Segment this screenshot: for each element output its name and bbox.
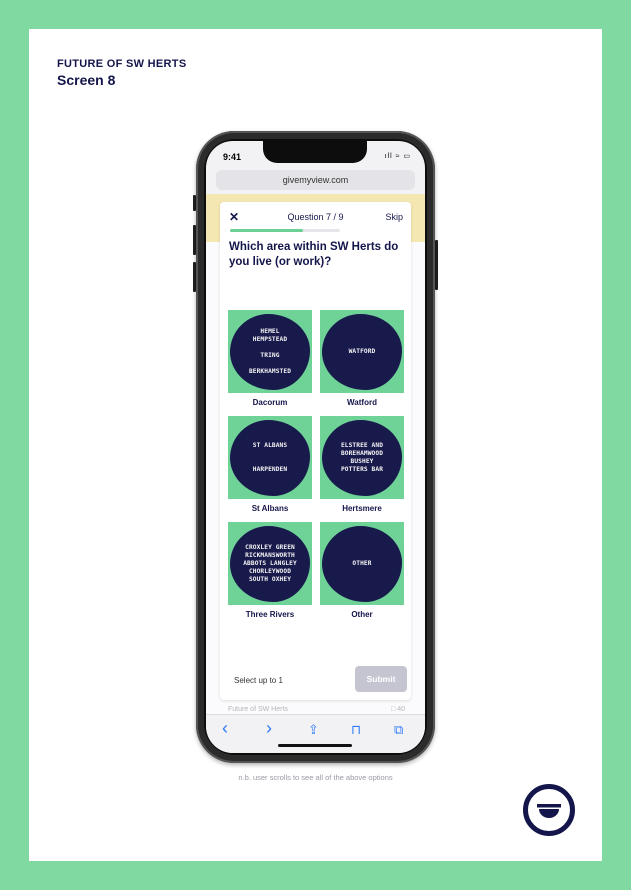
tabs-icon[interactable]: ⧉	[394, 722, 403, 738]
option-watford[interactable]: WATFORD Watford	[320, 310, 404, 407]
option-tile: CROXLEY GREEN RICKMANSWORTH ABBOTS LANGL…	[228, 522, 312, 605]
tile-text: CROXLEY GREEN RICKMANSWORTH ABBOTS LANGL…	[243, 544, 297, 583]
progress-bar-fill	[230, 229, 304, 232]
status-time: 9:41	[223, 152, 242, 162]
phone-power-button	[435, 240, 438, 290]
question-counter: Question 7 / 9	[287, 212, 344, 222]
option-three-rivers[interactable]: CROXLEY GREEN RICKMANSWORTH ABBOTS LANGL…	[228, 522, 312, 619]
tile-blob: OTHER	[322, 526, 402, 602]
tile-text: OTHER	[352, 560, 372, 567]
bookmarks-icon[interactable]: ⊓	[351, 722, 361, 738]
tile-blob: ST ALBANS HARPENDEN	[230, 420, 310, 496]
phone-notch	[263, 141, 367, 163]
option-dacorum[interactable]: HEMEL HEMPSTEAD TRING BERKHAMSTED Dacoru…	[228, 310, 312, 407]
phone-screen: 9:41 ıll ≈ ▭ givemyview.com Future of SW…	[206, 141, 425, 753]
select-hint: Select up to 1	[234, 676, 283, 685]
browser-url-bar[interactable]: givemyview.com	[216, 170, 415, 190]
option-tile: ELSTREE AND BOREHAMWOOD BUSHEY POTTERS B…	[320, 416, 404, 499]
option-label: Three Rivers	[245, 610, 295, 619]
logo-icon	[523, 784, 575, 836]
phone-mockup: 9:41 ıll ≈ ▭ givemyview.com Future of SW…	[196, 131, 435, 763]
status-icons: ıll ≈ ▭	[384, 153, 411, 160]
question-text: Which area within SW Herts do you live (…	[229, 241, 399, 268]
share-icon[interactable]: ⇪	[308, 722, 319, 738]
forward-icon[interactable]: ›	[266, 718, 272, 739]
underlay-count: □ 40	[391, 706, 405, 713]
option-label: Other	[351, 610, 373, 619]
back-icon[interactable]: ‹	[222, 718, 228, 739]
option-label: Watford	[347, 398, 377, 407]
tile-blob: ELSTREE AND BOREHAMWOOD BUSHEY POTTERS B…	[322, 420, 402, 496]
tile-text: ELSTREE AND BOREHAMWOOD BUSHEY POTTERS B…	[340, 442, 384, 473]
underlay-title: Future of SW Herts	[228, 706, 288, 713]
option-label: Hertsmere	[342, 504, 382, 513]
option-label: Dacorum	[252, 398, 288, 407]
safari-toolbar: ‹ › ⇪ ⊓ ⧉	[206, 714, 425, 753]
tile-text: WATFORD	[348, 348, 376, 355]
tile-blob: HEMEL HEMPSTEAD TRING BERKHAMSTED	[230, 314, 310, 390]
option-hertsmere[interactable]: ELSTREE AND BOREHAMWOOD BUSHEY POTTERS B…	[320, 416, 404, 513]
survey-card: ✕ Question 7 / 9 Skip Which area within …	[220, 202, 411, 700]
submit-button[interactable]: Submit	[355, 666, 407, 692]
option-label: St Albans	[251, 504, 289, 513]
screen-title: Screen 8	[57, 72, 116, 88]
tile-blob: WATFORD	[322, 314, 402, 390]
brand-title: FUTURE OF SW HERTS	[57, 58, 187, 70]
home-indicator[interactable]	[278, 744, 352, 747]
tile-blob: CROXLEY GREEN RICKMANSWORTH ABBOTS LANGL…	[230, 526, 310, 602]
progress-bar	[230, 229, 340, 232]
tile-text: ST ALBANS HARPENDEN	[252, 442, 288, 473]
option-tile: HEMEL HEMPSTEAD TRING BERKHAMSTED	[228, 310, 312, 393]
tile-text: HEMEL HEMPSTEAD TRING BERKHAMSTED	[248, 328, 292, 375]
option-st-albans[interactable]: ST ALBANS HARPENDEN St Albans	[228, 416, 312, 513]
option-tile: OTHER	[320, 522, 404, 605]
option-tile: WATFORD	[320, 310, 404, 393]
footnote: n.b. user scrolls to see all of the abov…	[238, 773, 393, 782]
option-other[interactable]: OTHER Other	[320, 522, 404, 619]
skip-button[interactable]: Skip	[385, 212, 403, 222]
option-tile: ST ALBANS HARPENDEN	[228, 416, 312, 499]
